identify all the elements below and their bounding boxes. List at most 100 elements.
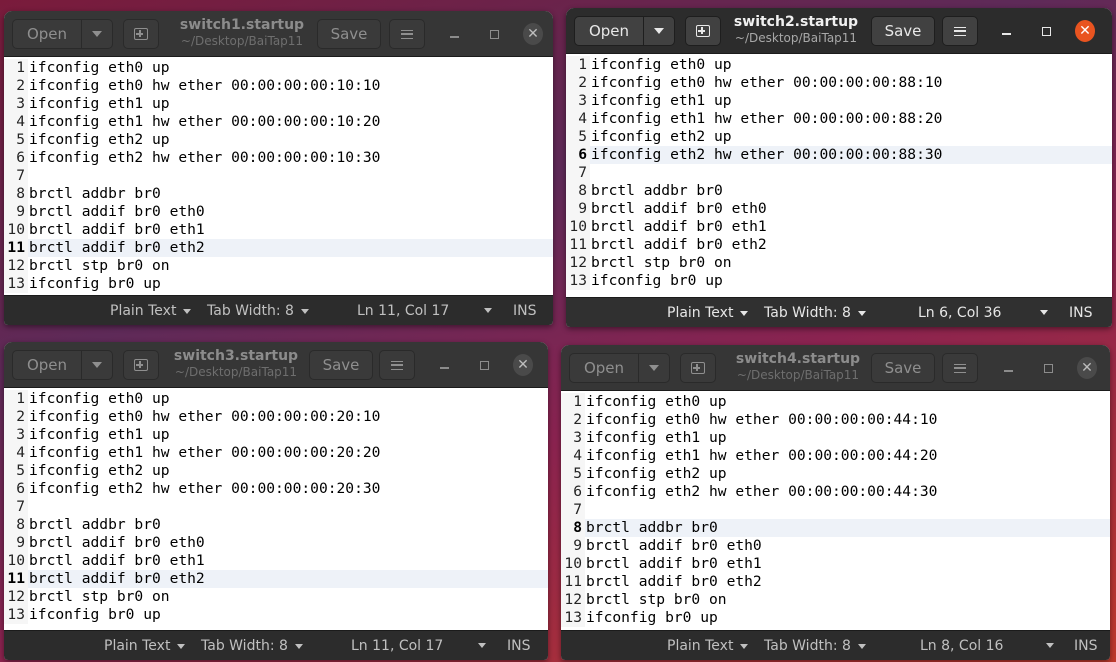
code-line[interactable]: 3 ifconfig eth1 up [566,92,1112,110]
cursor-position-selector[interactable]: Ln 6, Col 36 [918,298,1048,327]
code-line[interactable]: 4 ifconfig eth1 hw ether 00:00:00:00:10:2… [4,113,553,131]
code-line[interactable]: 2 ifconfig eth0 hw ether 00:00:00:00:20:1… [4,408,548,426]
code-line[interactable]: 11 brctl addif br0 eth2 [4,570,548,588]
minimize-button[interactable] [998,358,1018,378]
editor-window-1[interactable]: Open switch1.startup ~/Desktop/BaiTap11 … [4,11,553,325]
code-line[interactable]: 6 ifconfig eth2 hw ether 00:00:00:00:10:3… [4,149,553,167]
code-line[interactable]: 9 brctl addif br0 eth0 [561,537,1110,555]
code-line[interactable]: 8 brctl addbr br0 [561,519,1110,537]
code-line[interactable]: 11 brctl addif br0 eth2 [566,236,1112,254]
text-editor-area[interactable]: 1 ifconfig eth0 up 2 ifconfig eth0 hw ether… [561,391,1110,630]
open-menu-arrow-button[interactable] [638,353,670,383]
open-menu-arrow-button[interactable] [81,350,113,380]
new-document-button[interactable] [680,353,716,383]
code-line[interactable]: 11 brctl addif br0 eth2 [561,573,1110,591]
code-line[interactable]: 3 ifconfig eth1 up [561,429,1110,447]
header-bar[interactable]: Open switch2.startup ~/Desktop/BaiTap11 … [566,8,1112,54]
code-line[interactable]: 6 ifconfig eth2 hw ether 00:00:00:00:20:3… [4,480,548,498]
code-line[interactable]: 1 ifconfig eth0 up [4,390,548,408]
code-line[interactable]: 6 ifconfig eth2 hw ether 00:00:00:00:88:3… [566,146,1112,164]
code-line[interactable]: 10 brctl addif br0 eth1 [566,218,1112,236]
code-line[interactable]: 8 brctl addbr br0 [4,516,548,534]
editor-window-2[interactable]: Open switch2.startup ~/Desktop/BaiTap11 … [566,8,1112,327]
code-line[interactable]: 1 ifconfig eth0 up [566,56,1112,74]
code-line[interactable]: 3 ifconfig eth1 up [4,95,553,113]
code-line[interactable]: 4 ifconfig eth1 hw ether 00:00:00:00:88:2… [566,110,1112,128]
code-line[interactable]: 2 ifconfig eth0 hw ether 00:00:00:00:10:1… [4,77,553,95]
open-button[interactable]: Open [574,16,644,46]
code-line[interactable]: 12 brctl stp br0 on [4,257,553,275]
maximize-button[interactable] [474,355,494,375]
code-line[interactable]: 3 ifconfig eth1 up [4,426,548,444]
code-line[interactable]: 2 ifconfig eth0 hw ether 00:00:00:00:44:1… [561,411,1110,429]
cursor-position-selector[interactable]: Ln 8, Col 16 [920,631,1054,660]
code-line[interactable]: 5 ifconfig eth2 up [566,128,1112,146]
code-line[interactable]: 13 ifconfig br0 up [4,606,548,624]
code-line[interactable]: 8 brctl addbr br0 [566,182,1112,200]
code-line[interactable]: 11 brctl addif br0 eth2 [4,239,553,257]
code-line[interactable]: 7 [4,167,553,185]
code-line[interactable]: 12 brctl stp br0 on [561,591,1110,609]
open-button[interactable]: Open [12,19,82,49]
close-button[interactable]: ✕ [1077,357,1097,379]
tab-width-selector[interactable]: Tab Width: 8 [764,631,866,660]
header-bar[interactable]: Open switch3.startup ~/Desktop/BaiTap11 … [4,342,548,388]
close-button[interactable]: ✕ [513,354,533,376]
open-button[interactable]: Open [569,353,639,383]
code-line[interactable]: 6 ifconfig eth2 hw ether 00:00:00:00:44:3… [561,483,1110,501]
new-document-button[interactable] [123,350,159,380]
code-line[interactable]: 10 brctl addif br0 eth1 [561,555,1110,573]
tab-width-selector[interactable]: Tab Width: 8 [764,298,866,327]
code-line[interactable]: 12 brctl stp br0 on [566,254,1112,272]
save-button[interactable]: Save [317,19,381,49]
code-line[interactable]: 5 ifconfig eth2 up [4,462,548,480]
header-bar[interactable]: Open switch1.startup ~/Desktop/BaiTap11 … [4,11,553,57]
close-button[interactable]: ✕ [1075,20,1095,42]
code-line[interactable]: 5 ifconfig eth2 up [561,465,1110,483]
syntax-selector[interactable]: Plain Text [667,298,749,327]
new-document-button[interactable] [123,19,159,49]
main-menu-button[interactable] [942,16,978,46]
tab-width-selector[interactable]: Tab Width: 8 [201,631,303,660]
code-line[interactable]: 4 ifconfig eth1 hw ether 00:00:00:00:44:2… [561,447,1110,465]
syntax-selector[interactable]: Plain Text [110,296,192,325]
code-line[interactable]: 9 brctl addif br0 eth0 [4,534,548,552]
code-line[interactable]: 1 ifconfig eth0 up [561,393,1110,411]
editor-window-4[interactable]: Open switch4.startup ~/Desktop/BaiTap11 … [561,345,1110,660]
cursor-position-selector[interactable]: Ln 11, Col 17 [357,296,492,325]
text-editor-area[interactable]: 1 ifconfig eth0 up 2 ifconfig eth0 hw ether… [566,54,1112,297]
minimize-button[interactable] [434,355,454,375]
code-line[interactable]: 10 brctl addif br0 eth1 [4,221,553,239]
minimize-button[interactable] [996,21,1016,41]
code-line[interactable]: 9 brctl addif br0 eth0 [566,200,1112,218]
syntax-selector[interactable]: Plain Text [104,631,186,660]
code-line[interactable]: 10 brctl addif br0 eth1 [4,552,548,570]
code-line[interactable]: 13 ifconfig br0 up [561,609,1110,627]
code-line[interactable]: 7 [4,498,548,516]
code-line[interactable]: 7 [566,164,1112,182]
code-line[interactable]: 5 ifconfig eth2 up [4,131,553,149]
code-line[interactable]: 13 ifconfig br0 up [566,272,1112,290]
code-line[interactable]: 1 ifconfig eth0 up [4,59,553,77]
save-button[interactable]: Save [871,353,935,383]
main-menu-button[interactable] [379,350,415,380]
minimize-button[interactable] [444,24,464,44]
save-button[interactable]: Save [871,16,935,46]
main-menu-button[interactable] [942,353,978,383]
code-line[interactable]: 2 ifconfig eth0 hw ether 00:00:00:00:88:1… [566,74,1112,92]
code-line[interactable]: 13 ifconfig br0 up [4,275,553,293]
code-line[interactable]: 9 brctl addif br0 eth0 [4,203,553,221]
main-menu-button[interactable] [389,19,425,49]
syntax-selector[interactable]: Plain Text [667,631,749,660]
code-line[interactable]: 4 ifconfig eth1 hw ether 00:00:00:00:20:2… [4,444,548,462]
editor-window-3[interactable]: Open switch3.startup ~/Desktop/BaiTap11 … [4,342,548,660]
text-editor-area[interactable]: 1 ifconfig eth0 up 2 ifconfig eth0 hw ether… [4,388,548,630]
close-button[interactable]: ✕ [523,23,543,45]
code-line[interactable]: 7 [561,501,1110,519]
open-menu-arrow-button[interactable] [81,19,113,49]
maximize-button[interactable] [1036,21,1056,41]
code-line[interactable]: 12 brctl stp br0 on [4,588,548,606]
cursor-position-selector[interactable]: Ln 11, Col 17 [351,631,486,660]
open-button[interactable]: Open [12,350,82,380]
text-editor-area[interactable]: 1 ifconfig eth0 up 2 ifconfig eth0 hw ether… [4,57,553,295]
